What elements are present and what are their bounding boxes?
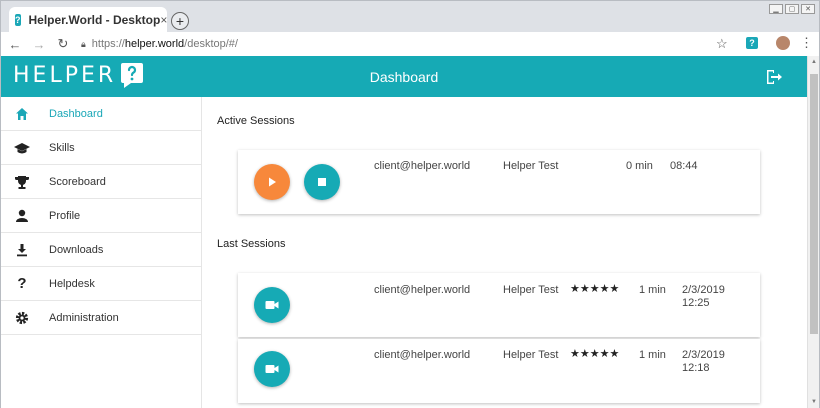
session-time: 08:44 [670, 160, 698, 172]
session-date: 2/3/2019 [682, 349, 725, 361]
browser-tab-strip: ? Helper.World - Desktop × + ▁ ▢ ✕ [0, 0, 820, 33]
window-controls: ▁ ▢ ✕ [769, 4, 815, 14]
sidebar-item-profile[interactable]: Profile [1, 199, 201, 233]
video-camera-icon [265, 301, 279, 309]
sidebar-item-skills[interactable]: Skills [1, 131, 201, 165]
window-frame [0, 32, 1, 408]
session-duration: 1 min [639, 349, 666, 361]
active-session-card: client@helper.world Helper Test 0 min 08… [238, 150, 760, 214]
last-sessions-heading: Last Sessions [217, 238, 286, 250]
session-helper: Helper Test [503, 349, 559, 361]
helper-favicon-icon: ? [15, 14, 21, 26]
active-sessions-heading: Active Sessions [217, 115, 295, 127]
sidebar-item-helpdesk[interactable]: ? Helpdesk [1, 267, 201, 301]
session-time: 12:25 [682, 297, 710, 309]
session-client: client@helper.world [374, 284, 471, 296]
minimize-icon[interactable]: ▁ [769, 4, 783, 14]
profile-avatar[interactable] [776, 36, 790, 50]
app-header: HELPER Dashboard [1, 56, 807, 97]
session-time: 12:18 [682, 362, 710, 374]
sidebar-item-scoreboard[interactable]: Scoreboard [1, 165, 201, 199]
home-icon [16, 107, 28, 120]
play-icon [269, 177, 276, 187]
helper-extension-icon[interactable]: ? [746, 37, 758, 49]
lock-icon: 🔒︎ [81, 38, 86, 49]
scroll-down-icon[interactable]: ▼ [811, 399, 817, 405]
session-helper: Helper Test [503, 284, 559, 296]
sidebar-item-label: Administration [49, 311, 119, 324]
page-scrollbar[interactable]: ▲ ▼ [807, 56, 819, 408]
sidebar-item-administration[interactable]: Administration [1, 301, 201, 335]
stop-icon [318, 178, 326, 186]
menu-dots-icon[interactable]: ⋮ [800, 35, 813, 51]
url-path: /desktop/#/ [184, 38, 238, 50]
tab-title: Helper.World - Desktop [28, 13, 161, 27]
logout-icon[interactable] [765, 69, 783, 85]
video-call-button[interactable] [254, 287, 290, 323]
session-client: client@helper.world [374, 349, 471, 361]
sidebar-item-label: Scoreboard [49, 175, 106, 188]
sidebar-item-label: Helpdesk [49, 277, 95, 290]
session-date: 2/3/2019 [682, 284, 725, 296]
reload-icon[interactable]: ↻ [53, 36, 73, 52]
close-tab-icon[interactable]: × [160, 13, 167, 27]
download-icon [17, 243, 27, 256]
session-helper: Helper Test [503, 160, 559, 172]
stop-button[interactable] [304, 164, 340, 200]
sidebar-item-dashboard[interactable]: Dashboard [1, 97, 201, 131]
person-icon [16, 209, 28, 222]
last-session-card: client@helper.world Helper Test ★★★★★ 1 … [238, 339, 760, 403]
video-camera-icon [265, 365, 279, 373]
gear-icon [15, 311, 29, 324]
browser-toolbar: ← → ↻ 🔒︎ https://helper.world/desktop/#/ [0, 32, 820, 56]
trophy-icon [15, 175, 29, 189]
play-button[interactable] [254, 164, 290, 200]
rating-stars: ★★★★★ [570, 283, 620, 295]
maximize-icon[interactable]: ▢ [785, 4, 799, 14]
session-duration: 1 min [639, 284, 666, 296]
url-host: helper.world [124, 38, 185, 50]
new-tab-button[interactable]: + [171, 12, 189, 30]
last-session-card: client@helper.world Helper Test ★★★★★ 1 … [238, 273, 760, 337]
video-call-button[interactable] [254, 351, 290, 387]
forward-icon[interactable]: → [29, 37, 49, 52]
question-icon: ? [17, 275, 27, 292]
session-client: client@helper.world [374, 160, 471, 172]
address-bar[interactable]: 🔒︎ https://helper.world/desktop/#/ [81, 34, 731, 54]
session-duration: 0 min [626, 160, 653, 172]
scroll-up-icon[interactable]: ▲ [811, 59, 817, 65]
bookmark-star-icon[interactable]: ☆ [716, 36, 728, 52]
sidebar-item-label: Downloads [49, 243, 104, 256]
sidebar-item-downloads[interactable]: Downloads [1, 233, 201, 267]
main-content: Active Sessions client@helper.world Help… [203, 97, 807, 408]
browser-tab[interactable]: ? Helper.World - Desktop × [9, 7, 167, 33]
sidebar-item-label: Skills [49, 141, 75, 154]
page-title: Dashboard [369, 69, 439, 85]
sidebar: Dashboard Skills Scoreboard Profile Down… [1, 97, 202, 408]
sidebar-item-label: Profile [49, 209, 81, 222]
back-icon[interactable]: ← [5, 37, 25, 52]
graduation-cap-icon [14, 142, 30, 153]
close-window-icon[interactable]: ✕ [801, 4, 815, 14]
rating-stars: ★★★★★ [570, 348, 620, 360]
sidebar-item-label: Dashboard [49, 107, 103, 120]
scroll-thumb[interactable] [810, 74, 818, 334]
url-scheme: https:// [91, 38, 125, 50]
